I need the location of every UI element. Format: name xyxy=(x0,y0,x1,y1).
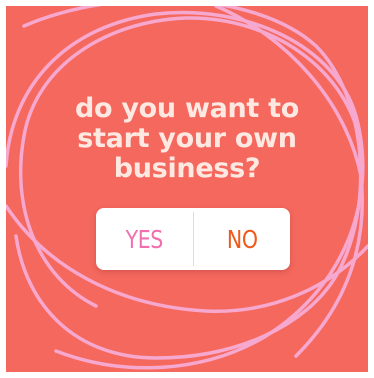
poll-no-button[interactable]: NO xyxy=(202,208,281,270)
scribble-decoration xyxy=(6,6,368,370)
poll-question: do you want to start your own business? xyxy=(75,93,299,184)
poll-yes-button[interactable]: YES xyxy=(105,208,184,270)
story-panel: do you want to start your own business? … xyxy=(6,6,368,372)
poll-divider xyxy=(192,212,194,266)
story-frame: do you want to start your own business? … xyxy=(0,0,374,378)
poll-widget: YES NO xyxy=(96,208,290,270)
